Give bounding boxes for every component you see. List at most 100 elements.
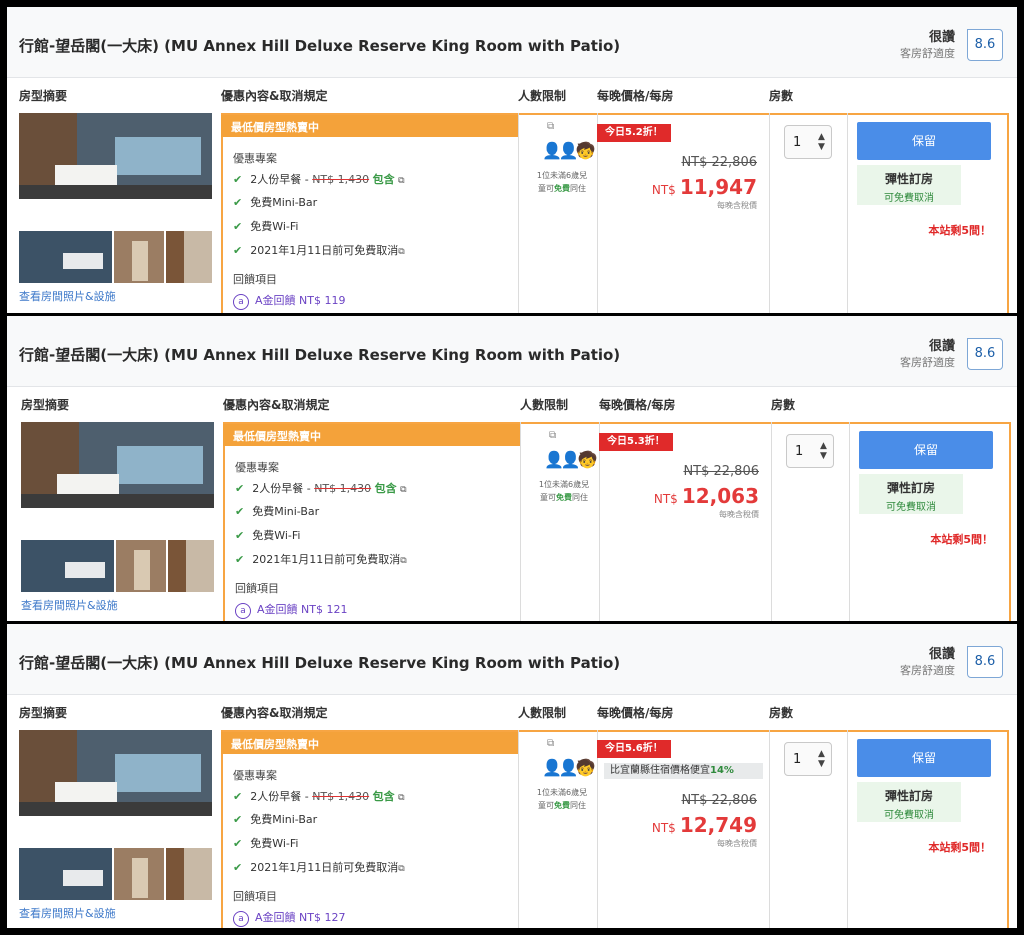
current-price: NT$ 12,063 <box>653 484 759 508</box>
stepper-arrows-icon: ▲ ▼ <box>818 132 825 152</box>
external-link-icon: ⧉ <box>398 176 405 186</box>
room-quantity-select[interactable]: 1 ▲ ▼ <box>786 434 834 468</box>
rooms-left-text: 本站剩5間！ <box>928 841 991 854</box>
price-comparison-badge: 比宜蘭縣住宿價格便宜14% <box>604 763 763 779</box>
occupancy-note: 1位未滿6歲兒 童可免費同住 <box>536 171 588 193</box>
external-link-icon[interactable]: ⧉ <box>547 738 554 749</box>
review-label: 很讚 <box>928 339 955 354</box>
room-photo-main[interactable] <box>19 113 212 199</box>
checkmark-icon: ✔ <box>233 244 243 257</box>
external-link-icon: ⧉ <box>400 556 407 566</box>
discount-badge: 今日5.3折！ <box>599 433 673 451</box>
people-icon: 👤👤🧒 <box>544 450 598 469</box>
perk-wifi: ✔ 免費Wi-Fi <box>235 529 301 542</box>
rooms-left-text: 本站剩5間！ <box>930 533 993 546</box>
column-header-deal: 優惠內容&取消規定 <box>221 89 328 103</box>
people-icon: 👤👤🧒 <box>542 758 596 777</box>
review-subtitle: 客房舒適度 <box>900 47 955 60</box>
room-header: 行館-望岳閣(一大床) (MU Annex Hill Deluxe Reserv… <box>7 624 1017 695</box>
a-coin-icon: a <box>233 294 249 310</box>
perk-free-cancel: ✔ 2021年1月11日前可免費取消⧉ <box>233 244 405 257</box>
room-header: 行館-望岳閣(一大床) (MU Annex Hill Deluxe Reserv… <box>7 316 1017 387</box>
rooms-left-text: 本站剩5間！ <box>928 224 991 237</box>
checkmark-icon: ✔ <box>233 220 243 233</box>
perk-breakfast: ✔ 2人份早餐 - NT$ 1,430 包含 ⧉ <box>233 790 405 803</box>
room-photo-thumb[interactable] <box>114 848 164 900</box>
review-label: 很讚 <box>928 30 955 45</box>
column-header-summary: 房型摘要 <box>19 706 68 720</box>
checkmark-icon: ✔ <box>235 529 245 542</box>
external-link-icon: ⧉ <box>398 793 405 803</box>
discount-badge: 今日5.6折！ <box>597 740 671 758</box>
perk-free-cancel: ✔ 2021年1月11日前可免費取消⧉ <box>233 861 405 874</box>
external-link-icon[interactable]: ⧉ <box>549 430 556 441</box>
column-header-occupancy: 人數限制 <box>518 89 567 103</box>
reserve-button[interactable]: 保留 <box>859 431 993 469</box>
room-offer-card: 行館-望岳閣(一大床) (MU Annex Hill Deluxe Reserv… <box>7 624 1017 928</box>
reserve-button[interactable]: 保留 <box>857 739 991 777</box>
column-header-deal: 優惠內容&取消規定 <box>221 706 328 720</box>
room-offer-card: 行館-望岳閣(一大床) (MU Annex Hill Deluxe Reserv… <box>7 7 1017 313</box>
external-link-icon: ⧉ <box>398 247 405 257</box>
review-score-badge: 8.6 <box>967 29 1003 61</box>
room-photo-thumb[interactable] <box>21 540 114 592</box>
best-price-banner: 最低價房型熱賣中 <box>223 424 520 446</box>
room-photos-link[interactable]: 查看房間照片&設施 <box>21 597 118 613</box>
reward-amount: a A金回饋 NT$ 127 <box>233 909 345 927</box>
room-photos-link[interactable]: 查看房間照片&設施 <box>19 905 116 921</box>
deal-label: 優惠專案 <box>233 152 277 165</box>
room-photo-thumb[interactable] <box>116 540 166 592</box>
perk-free-cancel: ✔ 2021年1月11日前可免費取消⧉ <box>235 553 407 566</box>
checkmark-icon: ✔ <box>235 482 245 495</box>
review-subtitle: 客房舒適度 <box>900 356 955 369</box>
perk-breakfast: ✔ 2人份早餐 - NT$ 1,430 包含 ⧉ <box>235 482 407 495</box>
room-offer-card: 行館-望岳閣(一大床) (MU Annex Hill Deluxe Reserv… <box>7 316 1017 621</box>
checkmark-icon: ✔ <box>233 837 243 850</box>
room-photo-main[interactable] <box>21 422 214 508</box>
room-photo-thumb[interactable] <box>114 231 164 283</box>
flexible-booking-badge: 彈性訂房 可免費取消 <box>857 165 961 205</box>
occupancy-note: 1位未滿6歲兒 童可免費同住 <box>536 788 588 810</box>
room-quantity-select[interactable]: 1 ▲ ▼ <box>784 125 832 159</box>
stepper-arrows-icon: ▲ ▼ <box>820 441 827 461</box>
a-coin-icon: a <box>233 911 249 927</box>
room-photo-thumb[interactable] <box>19 231 112 283</box>
reward-amount: a A金回饋 NT$ 121 <box>235 601 347 619</box>
column-header-deal: 優惠內容&取消規定 <box>223 398 330 412</box>
room-photo-thumb[interactable] <box>19 848 112 900</box>
perk-minibar: ✔ 免費Mini-Bar <box>233 196 318 209</box>
flexible-booking-badge: 彈性訂房 可免費取消 <box>857 782 961 822</box>
column-header-summary: 房型摘要 <box>19 89 68 103</box>
room-title: 行館-望岳閣(一大床) (MU Annex Hill Deluxe Reserv… <box>19 37 621 55</box>
room-quantity-select[interactable]: 1 ▲ ▼ <box>784 742 832 776</box>
discount-badge: 今日5.2折！ <box>597 124 671 142</box>
checkmark-icon: ✔ <box>233 196 243 209</box>
original-price: NT$ 22,806 <box>681 793 757 808</box>
original-price: NT$ 22,806 <box>683 464 759 479</box>
room-photo-thumb[interactable] <box>166 231 212 283</box>
best-price-banner: 最低價房型熱賣中 <box>221 732 518 754</box>
deal-label: 優惠專案 <box>233 769 277 782</box>
external-link-icon[interactable]: ⧉ <box>547 121 554 132</box>
checkmark-icon: ✔ <box>233 813 243 826</box>
checkmark-icon: ✔ <box>233 861 243 874</box>
external-link-icon: ⧉ <box>398 864 405 874</box>
room-photo-thumb[interactable] <box>166 848 212 900</box>
column-header-occupancy: 人數限制 <box>518 706 567 720</box>
perk-minibar: ✔ 免費Mini-Bar <box>233 813 318 826</box>
a-coin-icon: a <box>235 603 251 619</box>
room-photo-thumb[interactable] <box>168 540 214 592</box>
room-photos-link[interactable]: 查看房間照片&設施 <box>19 288 116 304</box>
room-photo-main[interactable] <box>19 730 212 816</box>
column-header-rooms: 房數 <box>769 706 794 720</box>
reserve-button[interactable]: 保留 <box>857 122 991 160</box>
column-header-summary: 房型摘要 <box>21 398 70 412</box>
perk-minibar: ✔ 免費Mini-Bar <box>235 505 320 518</box>
tax-note: 每晚含稅價 <box>717 201 757 210</box>
perk-wifi: ✔ 免費Wi-Fi <box>233 837 299 850</box>
review-score-badge: 8.6 <box>967 338 1003 370</box>
column-header-price: 每晚價格/每房 <box>599 398 676 412</box>
column-header-rooms: 房數 <box>771 398 796 412</box>
review-score-badge: 8.6 <box>967 646 1003 678</box>
column-header-price: 每晚價格/每房 <box>597 89 674 103</box>
